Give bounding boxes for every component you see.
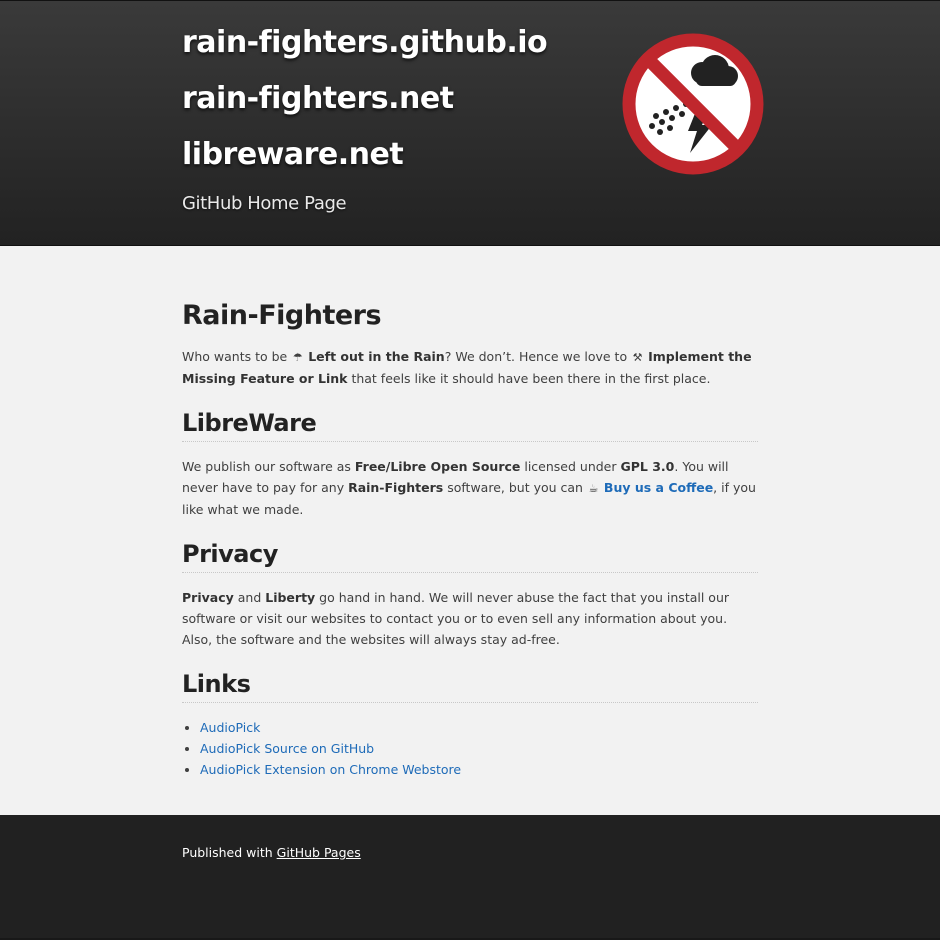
tools-icon: ⚒ — [632, 351, 643, 364]
buy-coffee-link[interactable]: Buy us a Coffee — [604, 480, 713, 495]
audiopick-chrome-webstore-link[interactable]: AudioPick Extension on Chrome Webstore — [200, 762, 461, 777]
site-title-rain-fighters-net[interactable]: rain-fighters.net — [182, 71, 547, 127]
list-item: AudioPick — [200, 717, 758, 738]
privacy-paragraph: Privacy and Liberty go hand in hand. We … — [182, 590, 730, 647]
github-pages-link[interactable]: GitHub Pages — [277, 845, 361, 860]
site-header: rain-fighters.github.io rain-fighters.ne… — [0, 0, 940, 246]
site-title-github-io[interactable]: rain-fighters.github.io — [182, 15, 548, 71]
links-heading: Links — [182, 668, 758, 703]
list-item: AudioPick Extension on Chrome Webstore — [200, 759, 758, 780]
libreware-heading: LibreWare — [182, 407, 758, 442]
audiopick-github-link[interactable]: AudioPick Source on GitHub — [200, 741, 374, 756]
footer-text: Published with GitHub Pages — [182, 845, 361, 860]
page-heading: Rain-Fighters — [182, 300, 382, 331]
main-content: Rain-Fighters Who wants to be ☂ Left out… — [182, 246, 758, 780]
site-title-libreware-net[interactable]: libreware.net — [182, 127, 547, 183]
audiopick-link[interactable]: AudioPick — [200, 720, 260, 735]
site-titles: rain-fighters.github.io rain-fighters.ne… — [182, 15, 548, 214]
coffee-icon: ☕ — [588, 482, 599, 495]
privacy-heading: Privacy — [182, 538, 758, 573]
links-list: AudioPick AudioPick Source on GitHub Aud… — [182, 717, 758, 780]
intro-paragraph: Who wants to be ☂ Left out in the Rain? … — [182, 349, 752, 386]
site-tagline: GitHub Home Page — [182, 193, 347, 214]
site-footer: Published with GitHub Pages — [0, 815, 940, 940]
libreware-paragraph: We publish our software as Free/Libre Op… — [182, 459, 756, 517]
umbrella-icon: ☂ — [292, 351, 303, 364]
no-rain-sign-icon — [622, 33, 764, 175]
list-item: AudioPick Source on GitHub — [200, 738, 758, 759]
